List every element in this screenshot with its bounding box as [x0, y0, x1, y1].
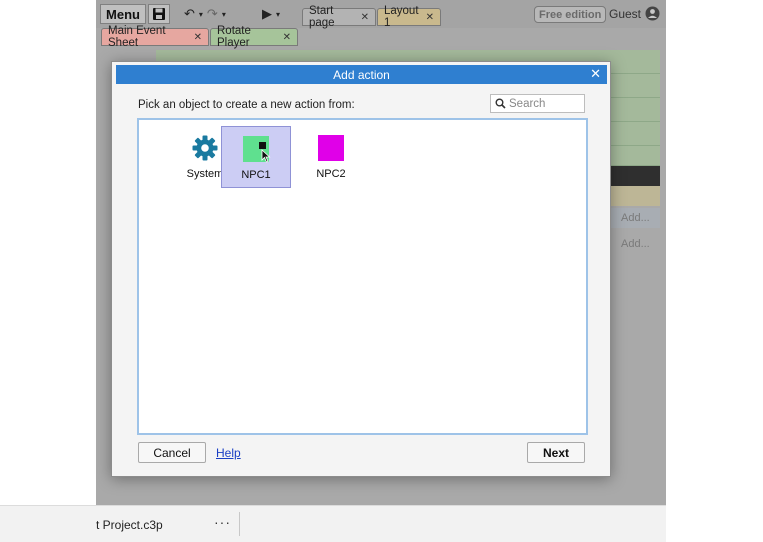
undo-group[interactable]: ↶ ▾ ↷ ▾ [184, 4, 226, 24]
object-list: System NPC1 NPC2 [137, 118, 588, 435]
divider [239, 512, 240, 536]
sprite-icon [242, 135, 271, 163]
dialog-title: Add action [333, 67, 390, 82]
tab-start-page[interactable]: Start page ✕ [302, 5, 376, 29]
add-action-link[interactable]: Add... [621, 212, 650, 224]
play-dropdown-icon[interactable]: ▾ [276, 10, 280, 19]
object-npc1[interactable]: NPC1 [221, 126, 291, 188]
search-icon [495, 98, 506, 109]
undo-dropdown-icon[interactable]: ▾ [199, 10, 203, 19]
preview-group[interactable]: ▶ ▾ [262, 4, 280, 24]
close-icon[interactable]: ✕ [590, 66, 601, 82]
tab-rotate-player[interactable]: Rotate Player ✕ [210, 25, 298, 49]
main-toolbar: Menu ↶ ▾ ↷ ▾ ▶ ▾ Start page ✕ Layout 1 ✕ Free… [96, 0, 666, 29]
object-label: System [186, 168, 224, 180]
tab-label: Layout 1 [384, 5, 419, 29]
edition-badge[interactable]: Free edition [534, 6, 607, 23]
close-icon[interactable]: ✕ [426, 12, 434, 23]
tab-label: Main Event Sheet [108, 25, 166, 49]
dialog-title-bar: Add action ✕ [116, 65, 607, 84]
object-npc2[interactable]: NPC2 [296, 126, 366, 188]
search-box[interactable] [490, 94, 585, 113]
sprite-icon [317, 134, 345, 162]
user-menu[interactable]: Guest [609, 6, 660, 21]
close-icon[interactable]: ✕ [361, 12, 369, 23]
menu-button[interactable]: Menu [100, 4, 146, 24]
redo-dropdown-icon[interactable]: ▾ [222, 10, 226, 19]
more-options-button[interactable]: ··· [214, 514, 231, 530]
cancel-button[interactable]: Cancel [138, 442, 206, 463]
object-label: NPC1 [241, 169, 271, 181]
tab-label: Rotate Player [217, 25, 251, 49]
object-label: NPC2 [316, 168, 346, 180]
dialog-prompt: Pick an object to create a new action fr… [138, 99, 355, 111]
search-input[interactable] [509, 97, 581, 110]
redo-icon[interactable]: ↷ [207, 6, 218, 22]
next-button[interactable]: Next [527, 442, 585, 463]
tab-main-event-sheet[interactable]: Main Event Sheet ✕ [101, 25, 209, 49]
user-icon [645, 6, 660, 21]
undo-icon[interactable]: ↶ [184, 6, 195, 22]
project-file-name[interactable]: t Project.c3p [96, 518, 163, 532]
add-action-dialog: Add action ✕ Pick an object to create a … [111, 61, 611, 477]
save-button[interactable] [148, 4, 170, 24]
play-icon[interactable]: ▶ [262, 6, 272, 22]
close-icon[interactable]: ✕ [194, 32, 202, 43]
user-name: Guest [609, 6, 642, 21]
help-link[interactable]: Help [216, 446, 241, 460]
cursor-icon [261, 149, 271, 163]
add-action-link[interactable]: Add... [621, 238, 650, 250]
tab-layout-1[interactable]: Layout 1 ✕ [377, 5, 441, 29]
save-icon [153, 8, 165, 20]
tab-label: Start page [309, 5, 335, 29]
gear-icon [191, 134, 219, 162]
close-icon[interactable]: ✕ [283, 32, 291, 43]
status-bar: t Project.c3p ··· [0, 505, 666, 542]
